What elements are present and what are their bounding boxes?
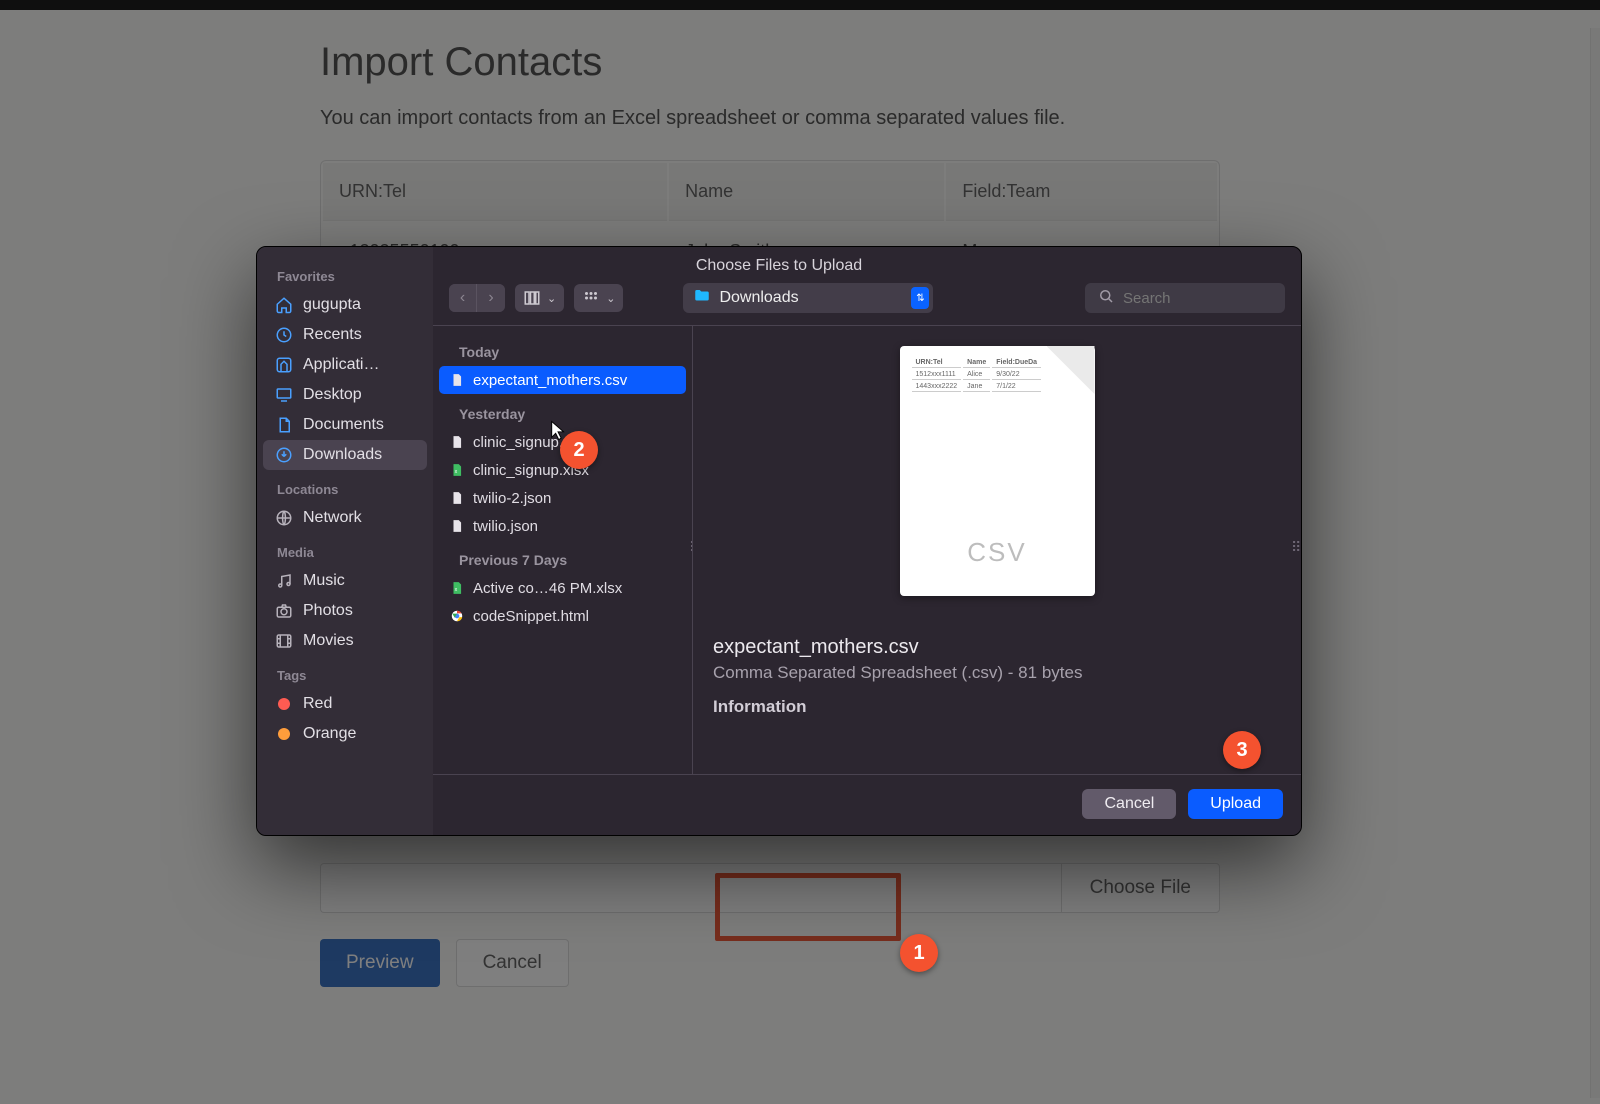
sidebar-item-label: Photos: [303, 602, 353, 620]
folder-icon: [693, 287, 711, 310]
sidebar-item-label: Documents: [303, 416, 384, 434]
sidebar-item-documents[interactable]: Documents: [263, 410, 427, 440]
sidebar-heading-favorites: Favorites: [263, 257, 427, 290]
sidebar-item-label: Music: [303, 572, 345, 590]
sidebar-item-label: Desktop: [303, 386, 362, 404]
sidebar-item-red[interactable]: Red: [263, 689, 427, 719]
mini-th: Name: [963, 358, 990, 368]
sidebar-item-label: Applicati…: [303, 356, 379, 374]
sidebar-item-network[interactable]: Network: [263, 503, 427, 533]
dialog-cancel-button[interactable]: Cancel: [1082, 789, 1176, 819]
file-item[interactable]: twilio.json: [439, 512, 686, 540]
music-icon: [275, 572, 293, 590]
csv-label: CSV: [900, 537, 1095, 568]
sidebar-heading-locations: Locations: [263, 470, 427, 503]
sidebar-item-gugupta[interactable]: gugupta: [263, 290, 427, 320]
download-icon: [275, 446, 293, 464]
finder-main: ‹ › ⌄ ⌄ Downloads ⇅: [433, 247, 1301, 835]
camera-icon: [275, 602, 293, 620]
film-icon: [275, 632, 293, 650]
svg-text:x: x: [455, 587, 458, 593]
tag-icon: [275, 725, 293, 743]
path-dropdown[interactable]: Downloads ⇅: [683, 283, 933, 313]
sidebar-item-photos[interactable]: Photos: [263, 596, 427, 626]
doc-file-icon: [449, 433, 465, 451]
sidebar-heading-tags: Tags: [263, 656, 427, 689]
file-list-column[interactable]: ⠿ Todayexpectant_mothers.csvYesterdaycli…: [433, 326, 693, 774]
globe-icon: [275, 509, 293, 527]
nav-back-forward: ‹ ›: [449, 284, 505, 312]
search-input[interactable]: [1123, 290, 1273, 307]
doc-file-icon: [449, 517, 465, 535]
view-columns-button[interactable]: ⌄: [515, 284, 564, 312]
sidebar-item-label: Movies: [303, 632, 354, 650]
preview-resize-handle[interactable]: ⠿: [1291, 539, 1299, 561]
sidebar-item-label: Recents: [303, 326, 362, 344]
browse-area: ⠿ Todayexpectant_mothers.csvYesterdaycli…: [433, 325, 1301, 774]
mini-th: Field:DueDa: [992, 358, 1041, 368]
file-preview-column: URN:Tel Name Field:DueDa 1512xxx1111Alic…: [693, 326, 1301, 774]
sidebar-item-label: Network: [303, 509, 362, 527]
preview-meta: Comma Separated Spreadsheet (.csv) - 81 …: [713, 663, 1281, 683]
xls-file-icon: x: [449, 579, 465, 597]
tag-icon: [275, 695, 293, 713]
file-group-yesterday: Yesterday: [439, 394, 686, 428]
doc-icon: [275, 416, 293, 434]
doc-file-icon: [449, 489, 465, 507]
file-chooser-dialog: Choose Files to Upload Favorites gugupta…: [256, 246, 1302, 836]
search-field[interactable]: [1085, 283, 1285, 313]
csv-mini-table: URN:Tel Name Field:DueDa 1512xxx1111Alic…: [910, 356, 1044, 394]
sidebar-item-desktop[interactable]: Desktop: [263, 380, 427, 410]
file-group-previous-7-days: Previous 7 Days: [439, 540, 686, 574]
file-name: Active co…46 PM.xlsx: [473, 580, 622, 597]
chrome-file-icon: [449, 607, 465, 625]
sidebar-item-recents[interactable]: Recents: [263, 320, 427, 350]
sidebar-item-music[interactable]: Music: [263, 566, 427, 596]
file-group-today: Today: [439, 332, 686, 366]
clock-icon: [275, 326, 293, 344]
svg-text:x: x: [455, 469, 458, 475]
app-icon: [275, 356, 293, 374]
sidebar-heading-media: Media: [263, 533, 427, 566]
doc-file-icon: [449, 371, 465, 389]
sidebar-item-applicati-[interactable]: Applicati…: [263, 350, 427, 380]
sidebar-item-label: gugupta: [303, 296, 361, 314]
search-icon: [1097, 287, 1115, 310]
view-grid-button[interactable]: ⌄: [574, 284, 623, 312]
sidebar-item-label: Downloads: [303, 446, 382, 464]
annotation-badge-2: 2: [560, 431, 598, 469]
sidebar-item-downloads[interactable]: Downloads: [263, 440, 427, 470]
file-name: twilio-2.json: [473, 490, 551, 507]
preview-filename: expectant_mothers.csv: [713, 636, 1281, 659]
sidebar-item-orange[interactable]: Orange: [263, 719, 427, 749]
desktop-icon: [275, 386, 293, 404]
path-label: Downloads: [719, 289, 798, 307]
csv-preview-thumbnail: URN:Tel Name Field:DueDa 1512xxx1111Alic…: [900, 346, 1095, 596]
home-icon: [275, 296, 293, 314]
sidebar-item-label: Orange: [303, 725, 356, 743]
file-name: expectant_mothers.csv: [473, 372, 627, 389]
file-item[interactable]: codeSnippet.html: [439, 602, 686, 630]
sidebar-item-movies[interactable]: Movies: [263, 626, 427, 656]
xls-file-icon: x: [449, 461, 465, 479]
dialog-footer: Cancel Upload: [433, 774, 1301, 835]
file-item[interactable]: x Active co…46 PM.xlsx: [439, 574, 686, 602]
finder-toolbar: ‹ › ⌄ ⌄ Downloads ⇅: [433, 247, 1301, 325]
file-name: codeSnippet.html: [473, 608, 589, 625]
nav-forward-button[interactable]: ›: [477, 284, 505, 312]
preview-info-header: Information: [713, 697, 1281, 717]
nav-back-button[interactable]: ‹: [449, 284, 477, 312]
annotation-badge-1: 1: [900, 934, 938, 972]
mini-th: URN:Tel: [912, 358, 962, 368]
file-name: twilio.json: [473, 518, 538, 535]
chevron-updown-icon: ⇅: [911, 287, 929, 309]
sidebar-item-label: Red: [303, 695, 332, 713]
annotation-badge-3: 3: [1223, 731, 1261, 769]
file-item[interactable]: expectant_mothers.csv: [439, 366, 686, 394]
dialog-upload-button[interactable]: Upload: [1188, 789, 1283, 819]
file-item[interactable]: twilio-2.json: [439, 484, 686, 512]
finder-sidebar: Favorites gugupta Recents Applicati… Deskto…: [257, 247, 433, 835]
